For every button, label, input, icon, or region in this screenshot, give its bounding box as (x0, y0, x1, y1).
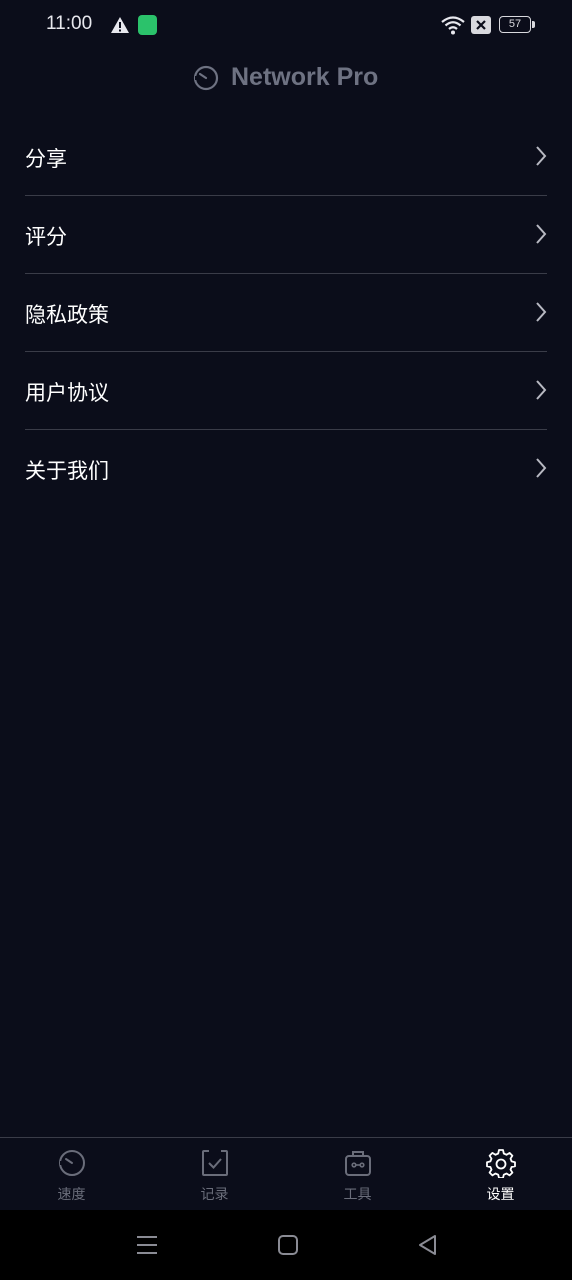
chevron-right-icon (536, 458, 547, 478)
checklist-icon (202, 1149, 228, 1176)
app-notification-icon (138, 15, 157, 35)
menu-item-rate[interactable]: 评分 (25, 196, 547, 274)
chevron-right-icon (536, 302, 547, 322)
gear-icon (486, 1149, 516, 1178)
close-box-icon (471, 16, 491, 34)
tab-tools[interactable]: 工具 (286, 1138, 429, 1211)
battery-icon: 57 (499, 16, 531, 33)
menu-item-label: 隐私政策 (25, 303, 109, 327)
menu-item-label: 用户协议 (25, 381, 109, 405)
tab-label: 工具 (343, 1187, 372, 1203)
tab-settings[interactable]: 设置 (429, 1138, 572, 1211)
toolbox-icon (345, 1151, 371, 1176)
tab-label: 记录 (200, 1187, 229, 1203)
warning-icon (111, 17, 129, 33)
tab-speed[interactable]: 速度 (0, 1138, 143, 1211)
wifi-icon (441, 16, 465, 35)
menu-item-about-us[interactable]: 关于我们 (25, 430, 547, 507)
speedometer-icon (59, 1150, 85, 1176)
chevron-right-icon (536, 224, 547, 244)
menu-item-label: 评分 (25, 225, 67, 249)
bottom-nav: 速度 记录 工具 设置 (0, 1137, 572, 1211)
tab-label: 速度 (57, 1187, 86, 1203)
home-icon[interactable] (275, 1232, 301, 1258)
menu-item-privacy-policy[interactable]: 隐私政策 (25, 274, 547, 352)
status-time: 11:00 (46, 13, 93, 34)
chevron-right-icon (536, 146, 547, 166)
status-bar: 11:00 57 (0, 0, 572, 52)
settings-menu: 分享 评分 隐私政策 用户协议 关于我们 (25, 118, 547, 507)
menu-icon[interactable] (134, 1232, 160, 1258)
tab-records[interactable]: 记录 (143, 1138, 286, 1211)
menu-item-label: 关于我们 (25, 459, 109, 483)
battery-tip (532, 21, 535, 28)
menu-item-share[interactable]: 分享 (25, 118, 547, 196)
menu-item-user-agreement[interactable]: 用户协议 (25, 352, 547, 430)
app-header: Network Pro (0, 56, 572, 102)
tab-label: 设置 (486, 1187, 515, 1203)
page-title: Network Pro (231, 63, 379, 91)
speedometer-logo-icon (193, 65, 219, 91)
system-nav-bar (0, 1210, 572, 1280)
chevron-right-icon (536, 380, 547, 400)
back-icon[interactable] (415, 1232, 441, 1258)
menu-item-label: 分享 (25, 147, 67, 171)
